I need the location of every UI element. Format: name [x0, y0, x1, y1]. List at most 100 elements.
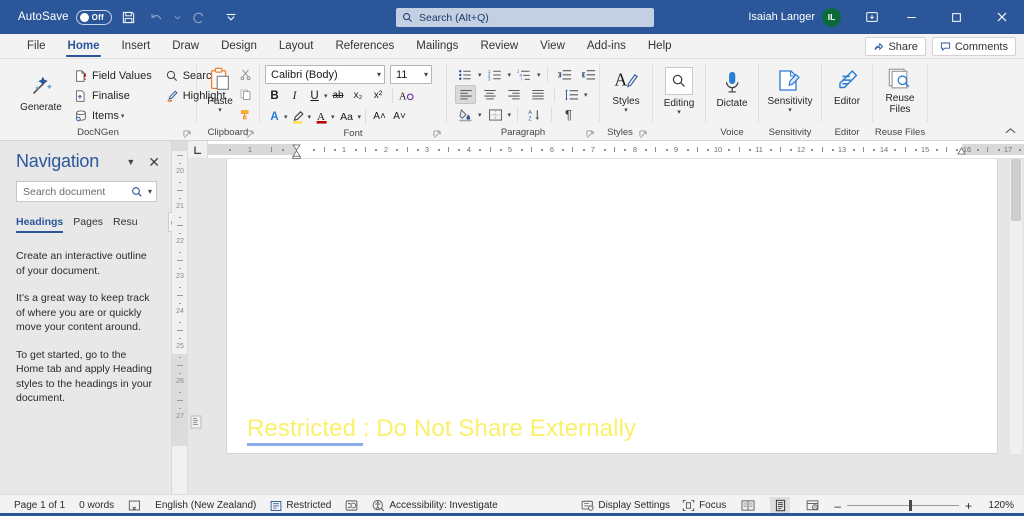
tab-file[interactable]: File: [16, 33, 57, 58]
shrink-font-button[interactable]: A˅: [390, 107, 409, 126]
tab-mailings[interactable]: Mailings: [405, 33, 469, 58]
chevron-down-icon[interactable]: ▾: [358, 113, 362, 121]
account-button[interactable]: Isaiah Langer IL: [748, 7, 841, 27]
chevron-down-icon[interactable]: ▾: [478, 71, 482, 79]
vertical-scrollbar[interactable]: [1010, 159, 1022, 454]
underline-button[interactable]: U: [305, 86, 324, 105]
chevron-down-icon[interactable]: ▾: [324, 92, 328, 100]
tab-add-ins[interactable]: Add-ins: [576, 33, 637, 58]
generate-button[interactable]: Generate: [12, 64, 70, 115]
first-line-indent-marker[interactable]: [292, 142, 301, 151]
search-input[interactable]: Search (Alt+Q): [419, 12, 489, 24]
tab-view[interactable]: View: [529, 33, 576, 58]
document-page[interactable]: Restricted : Do Not Share Externally: [226, 159, 998, 454]
tab-references[interactable]: References: [324, 33, 405, 58]
autosave-toggle[interactable]: Off: [75, 9, 112, 25]
avatar[interactable]: IL: [822, 7, 841, 27]
maximize-button[interactable]: [934, 0, 979, 34]
field-values-button[interactable]: Field Values: [70, 67, 155, 85]
search-document-input[interactable]: Search document ▾: [16, 181, 157, 202]
align-left-button[interactable]: [455, 85, 476, 104]
format-painter-icon[interactable]: [237, 106, 253, 122]
chevron-down-icon[interactable]: ▾: [121, 112, 125, 120]
chevron-down-icon[interactable]: ▾: [584, 91, 588, 99]
document-canvas[interactable]: Restricted : Do Not Share Externally: [188, 159, 1024, 494]
clipboard-dialog-launcher[interactable]: [246, 130, 255, 139]
tab-design[interactable]: Design: [210, 33, 268, 58]
sort-button[interactable]: AZ: [524, 105, 545, 124]
chevron-down-icon[interactable]: ▾: [331, 113, 335, 121]
vertical-ruler[interactable]: 20 21 22 23 24 25 26 27: [172, 141, 188, 494]
tab-help[interactable]: Help: [637, 33, 683, 58]
bold-button[interactable]: B: [265, 86, 284, 105]
font-color-picker-button[interactable]: A: [265, 107, 284, 126]
chevron-down-icon[interactable]: ▾: [537, 71, 541, 79]
undo-icon[interactable]: [146, 6, 168, 28]
paragraph-dialog-launcher[interactable]: [586, 130, 595, 139]
sensitivity-button[interactable]: Sensitivity ▾: [761, 64, 819, 116]
search-box[interactable]: Search (Alt+Q): [396, 8, 654, 27]
dictate-button[interactable]: Dictate: [709, 64, 755, 111]
word-count[interactable]: 0 words: [79, 500, 114, 511]
horizontal-ruler[interactable]: 1 1 2 3 4 5 6 7 8 9 10 11 12 13 14 15 16…: [208, 141, 1024, 159]
nav-tab-results[interactable]: Resu: [113, 214, 143, 233]
bullets-button[interactable]: [455, 65, 476, 84]
italic-button[interactable]: I: [285, 86, 304, 105]
left-indent-marker[interactable]: [292, 150, 301, 159]
collapse-ribbon-chevron-icon[interactable]: [1005, 126, 1016, 138]
increase-indent-button[interactable]: [578, 65, 599, 84]
reuse-files-button[interactable]: Reuse Files: [876, 64, 924, 117]
print-layout-icon[interactable]: [770, 496, 791, 515]
track-changes-icon[interactable]: [345, 499, 358, 512]
tab-insert[interactable]: Insert: [110, 33, 161, 58]
minimize-button[interactable]: [889, 0, 934, 34]
font-dialog-launcher[interactable]: [433, 130, 442, 139]
zoom-out-button[interactable]: –: [834, 499, 841, 513]
styles-button[interactable]: A Styles ▾: [603, 64, 649, 116]
undo-dropdown-icon[interactable]: [174, 6, 182, 28]
nav-tab-headings[interactable]: Headings: [16, 214, 73, 233]
customize-quick-access-icon[interactable]: [220, 6, 242, 28]
paste-button[interactable]: Paste ▾: [203, 64, 237, 114]
text-highlight-color-button[interactable]: [289, 107, 308, 126]
strikethrough-button[interactable]: ab: [329, 86, 348, 105]
grow-font-button[interactable]: A˄: [370, 107, 389, 126]
styles-dialog-launcher[interactable]: [639, 130, 648, 139]
editing-button[interactable]: Editing ▾: [656, 64, 702, 118]
close-button[interactable]: [979, 0, 1024, 34]
display-settings-button[interactable]: Display Settings: [581, 499, 670, 512]
nav-tab-pages[interactable]: Pages: [73, 214, 113, 233]
right-indent-marker[interactable]: [957, 146, 966, 155]
close-icon[interactable]: ✕: [145, 155, 163, 169]
text-effects-button[interactable]: A: [397, 86, 416, 105]
chevron-down-icon[interactable]: ▼: [122, 157, 139, 167]
items-button[interactable]: Items ▾: [70, 107, 155, 125]
zoom-in-button[interactable]: +: [965, 499, 972, 513]
language-indicator[interactable]: English (New Zealand): [155, 500, 256, 511]
chevron-down-icon[interactable]: ▾: [788, 107, 792, 114]
superscript-button[interactable]: x²: [369, 86, 388, 105]
chevron-down-icon[interactable]: ▾: [146, 187, 152, 196]
shading-button[interactable]: [455, 105, 476, 124]
sensitivity-status[interactable]: Restricted: [270, 500, 331, 512]
accessibility-status[interactable]: Accessibility: Investigate: [372, 499, 498, 512]
change-case-button[interactable]: Aa: [336, 107, 358, 126]
document-paragraph-restricted[interactable]: Restricted : Do Not Share Externally: [247, 415, 636, 446]
docngen-dialog-launcher[interactable]: [183, 130, 192, 139]
zoom-level[interactable]: 120%: [984, 500, 1014, 511]
multilevel-list-button[interactable]: 1ai: [514, 65, 535, 84]
zoom-track[interactable]: [846, 500, 959, 511]
chevron-down-icon[interactable]: ▾: [308, 113, 312, 121]
chevron-down-icon[interactable]: ▾: [478, 111, 482, 119]
zoom-thumb[interactable]: [908, 500, 912, 511]
ribbon-display-options-icon[interactable]: [855, 0, 889, 34]
tab-review[interactable]: Review: [469, 33, 529, 58]
decrease-indent-button[interactable]: [554, 65, 575, 84]
chevron-down-icon[interactable]: ▾: [624, 107, 628, 114]
cut-icon[interactable]: [237, 66, 253, 82]
chevron-down-icon[interactable]: ▾: [284, 113, 288, 121]
chevron-down-icon[interactable]: ▾: [677, 109, 681, 116]
save-icon[interactable]: [118, 6, 140, 28]
font-size-combo[interactable]: 11 ▾: [390, 65, 432, 84]
justify-button[interactable]: [527, 85, 548, 104]
